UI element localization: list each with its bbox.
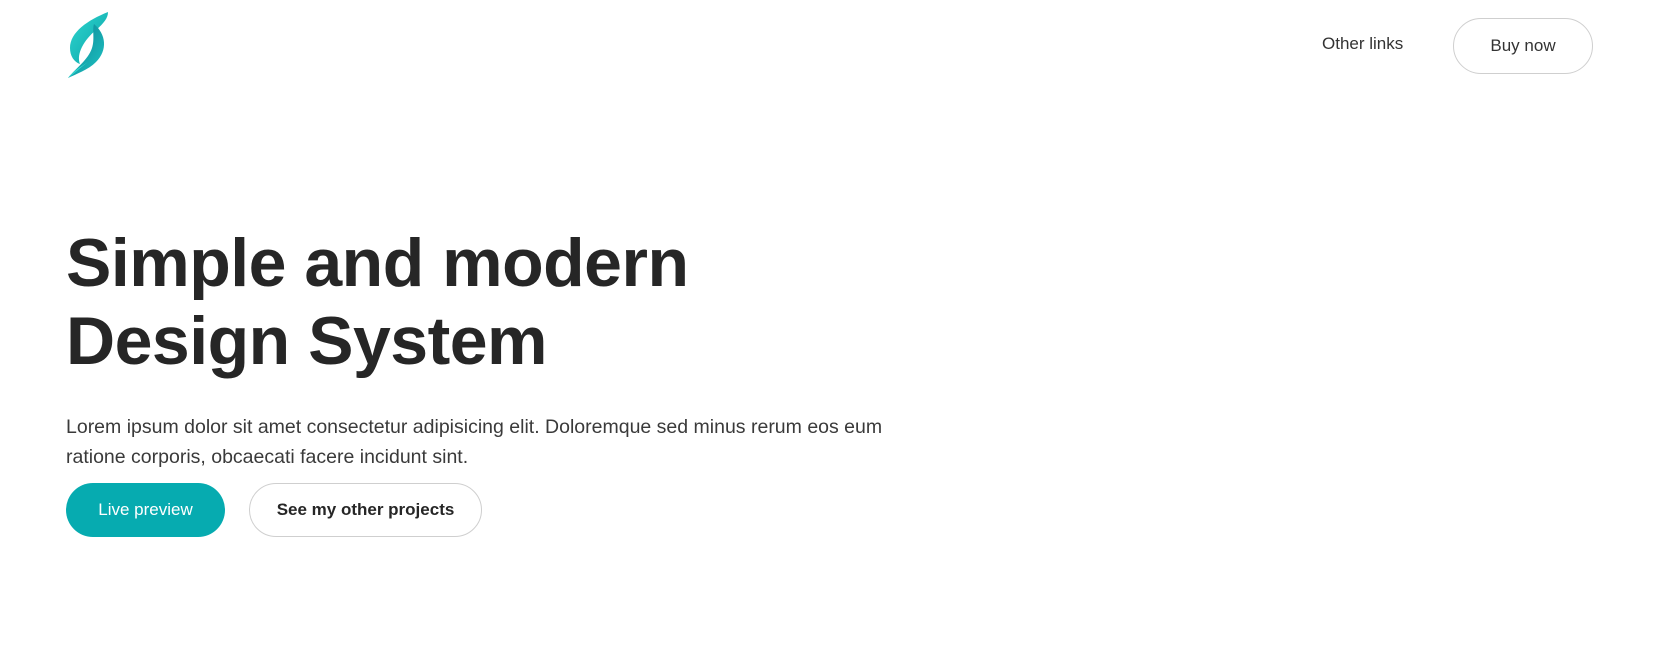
hero-description: Lorem ipsum dolor sit amet consectetur a… — [66, 416, 883, 468]
logo-svg — [68, 12, 108, 78]
logo-icon[interactable] — [66, 10, 110, 80]
buy-now-button[interactable]: Buy now — [1453, 18, 1593, 74]
hero-title: Simple and modern Design System — [66, 225, 689, 379]
live-preview-button[interactable]: Live preview — [66, 483, 225, 537]
other-projects-button[interactable]: See my other projects — [249, 483, 482, 537]
hero-actions: Live preview See my other projects — [66, 483, 482, 537]
other-links-link[interactable]: Other links — [1322, 34, 1403, 54]
